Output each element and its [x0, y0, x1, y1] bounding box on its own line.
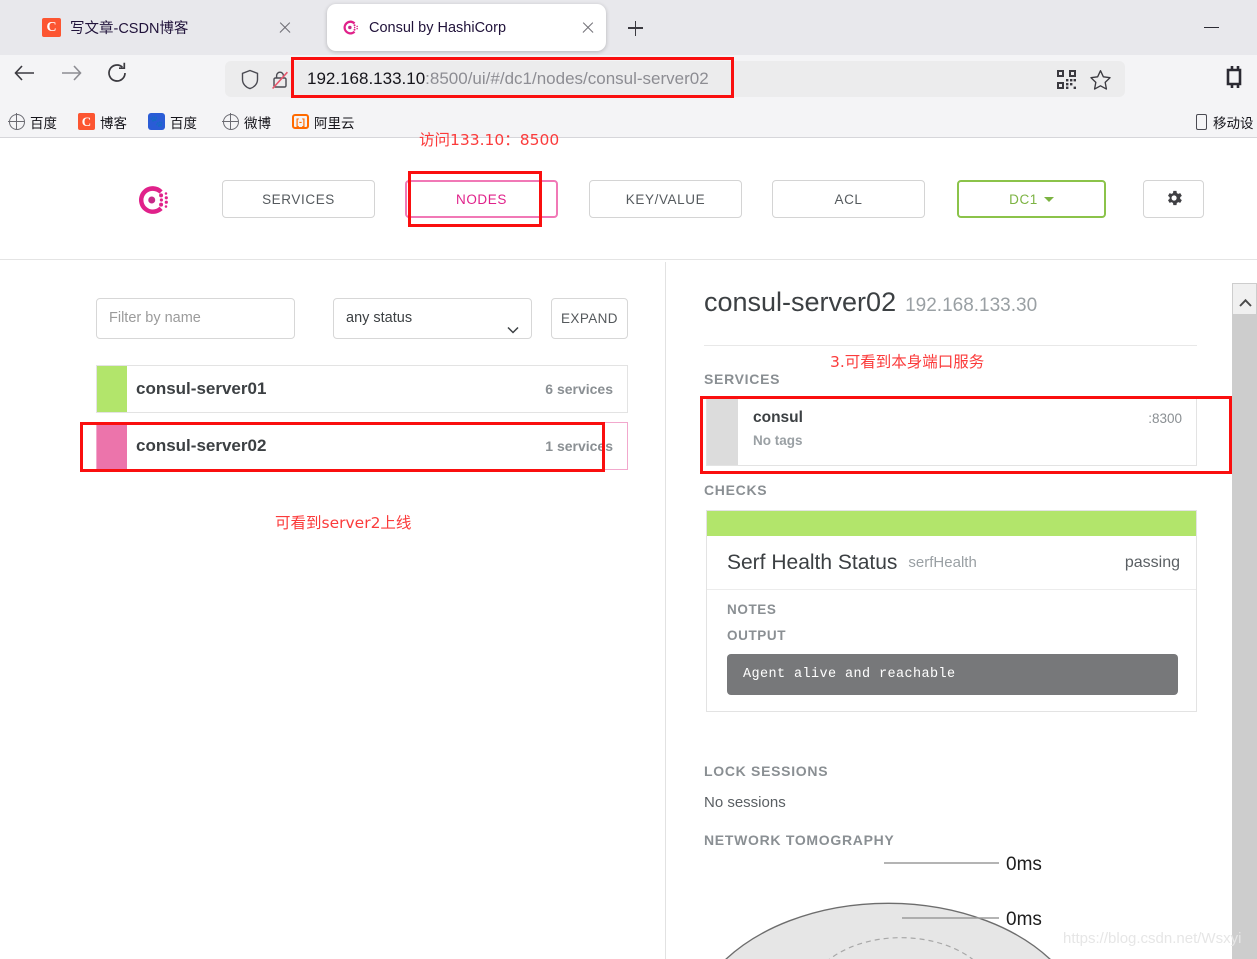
star-icon[interactable] — [1090, 69, 1111, 90]
tab-consul[interactable]: Consul by HashiCorp — [327, 4, 606, 51]
filter-by-name-input[interactable]: Filter by name — [96, 298, 295, 339]
close-icon[interactable] — [277, 20, 293, 36]
node-status-bar — [97, 366, 127, 412]
check-card-serf-health[interactable]: Serf Health Status serfHealth passing NO… — [706, 510, 1197, 712]
forward-arrow-icon[interactable] — [58, 62, 84, 84]
gear-icon — [1164, 188, 1184, 211]
browser-titlebar: C 写文章-CSDN博客 Consul — [0, 0, 1257, 55]
address-bar-icons — [1057, 69, 1111, 90]
bookmark-label: 移动设 — [1213, 112, 1254, 132]
detail-node-name: consul-server02 — [704, 287, 896, 317]
bookmark-label: 阿里云 — [314, 112, 355, 132]
tab-title: Consul by HashiCorp — [369, 20, 571, 36]
node-name: consul-server01 — [136, 379, 266, 399]
bookmark-label: 微博 — [244, 112, 271, 132]
csdn-icon: C — [42, 18, 61, 37]
bookmark-item-1[interactable]: C 博客 — [78, 105, 127, 138]
bookmark-item-2[interactable]: 🐾 百度 — [148, 105, 197, 138]
new-tab-button[interactable] — [621, 14, 649, 42]
chevron-down-icon — [507, 313, 519, 325]
watermark: https://blog.csdn.net/Wsxyi — [1063, 930, 1241, 947]
check-output-value: Agent alive and reachable — [727, 654, 1178, 695]
output-label: OUTPUT — [727, 628, 1178, 643]
bookmark-item-mobile[interactable]: 移动设 — [1193, 105, 1257, 138]
nav-tab-keyvalue[interactable]: KEY/VALUE — [589, 180, 742, 218]
annotation-url-note: 访问133.10：8500 — [419, 128, 559, 150]
screenshot-root: C 写文章-CSDN博客 Consul — [0, 0, 1257, 959]
close-icon[interactable] — [580, 20, 596, 36]
annotation-box-services — [700, 396, 1232, 474]
vertical-scrollbar-track[interactable] — [1232, 283, 1257, 959]
check-body: NOTES OUTPUT Agent alive and reachable — [707, 590, 1196, 711]
back-arrow-icon[interactable] — [12, 62, 38, 84]
tomography-label-0: 0ms — [1006, 854, 1042, 875]
nav-tab-services[interactable]: SERVICES — [222, 180, 375, 218]
baidu-paw-icon: 🐾 — [148, 113, 165, 130]
window-minimize-button[interactable] — [1200, 16, 1228, 40]
tab-title: 写文章-CSDN博客 — [70, 17, 268, 38]
annotation-box-nodes-tab — [408, 171, 542, 227]
status-badge: passing — [1125, 554, 1180, 572]
status-select-value: any status — [346, 310, 412, 326]
consul-icon — [341, 18, 360, 37]
annotation-box-node-row — [80, 422, 605, 472]
tomography-label-1: 0ms — [1006, 909, 1042, 930]
detail-node-ip: 192.168.133.30 — [905, 295, 1037, 316]
settings-button[interactable] — [1143, 180, 1204, 218]
page-title: consul-server02 192.168.133.30 — [704, 287, 1037, 318]
chevron-down-icon — [1044, 197, 1054, 202]
bookmarks-bar: 百度 C 博客 🐾 百度 微博 [-] 阿里云 移动设 — [0, 105, 1257, 138]
expand-button[interactable]: EXPAND — [551, 298, 628, 339]
datacenter-selector[interactable]: DC1 — [957, 180, 1106, 218]
check-name: Serf Health Status — [727, 551, 897, 575]
checks-section-header: CHECKS — [704, 482, 767, 498]
tab-csdn[interactable]: C 写文章-CSDN博客 — [28, 4, 303, 51]
chevron-up-icon — [1239, 295, 1252, 313]
shield-icon[interactable] — [240, 69, 260, 95]
nav-tab-acl[interactable]: ACL — [772, 180, 925, 218]
globe-icon — [222, 113, 239, 130]
bookmark-label: 博客 — [100, 112, 127, 132]
consul-logo-icon[interactable] — [134, 181, 172, 219]
extension-icon[interactable] — [1222, 64, 1248, 90]
lock-sessions-value: No sessions — [704, 794, 786, 811]
qr-code-icon[interactable] — [1057, 70, 1076, 89]
check-header-row: Serf Health Status serfHealth passing — [707, 536, 1196, 590]
check-status-bar — [707, 511, 1196, 536]
notes-label: NOTES — [727, 602, 1178, 617]
tab-strip: C 写文章-CSDN博客 Consul — [0, 0, 1257, 55]
reload-icon[interactable] — [105, 61, 129, 85]
bookmark-label: 百度 — [30, 112, 57, 132]
globe-icon — [8, 113, 25, 130]
annotation-node-note: 可看到server2上线 — [275, 511, 411, 533]
lock-sessions-header: LOCK SESSIONS — [704, 763, 828, 779]
scrollbar-up-button[interactable] — [1232, 283, 1257, 315]
bookmark-item-3[interactable]: 微博 — [222, 105, 271, 138]
annotation-services-note: 3.可看到本身端口服务 — [830, 350, 984, 372]
datacenter-label: DC1 — [1009, 192, 1038, 207]
check-id: serfHealth — [908, 554, 976, 571]
aliyun-icon: [-] — [292, 113, 309, 130]
bookmark-item-0[interactable]: 百度 — [8, 105, 57, 138]
status-select[interactable]: any status — [333, 298, 532, 339]
mobile-device-icon — [1193, 113, 1210, 130]
bookmark-item-4[interactable]: [-] 阿里云 — [292, 105, 355, 138]
annotation-box-url — [291, 57, 734, 98]
lock-crossed-icon[interactable] — [270, 69, 290, 95]
node-list-item-0[interactable]: consul-server01 6 services — [96, 365, 628, 413]
bookmark-label: 百度 — [170, 112, 197, 132]
node-service-count: 6 services — [545, 381, 613, 397]
divider — [704, 345, 1197, 346]
services-section-header: SERVICES — [704, 371, 780, 387]
csdn-icon: C — [78, 113, 95, 130]
